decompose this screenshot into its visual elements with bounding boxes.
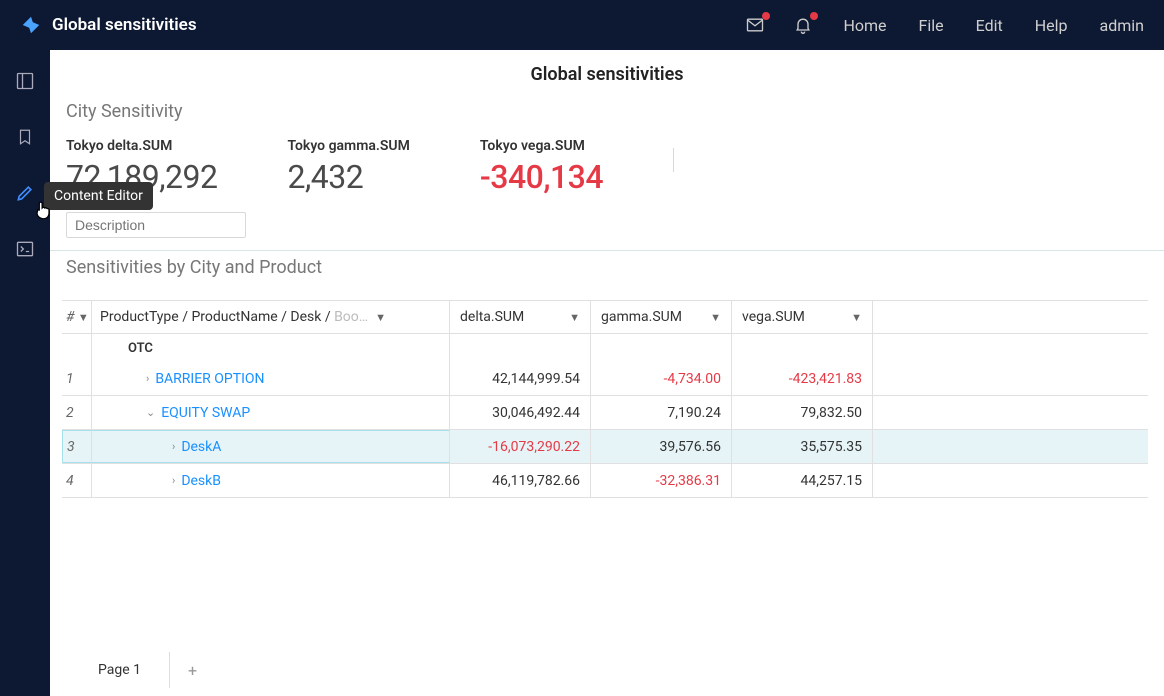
chevron-down-icon: ▼: [710, 311, 721, 324]
col-header-hierarchy[interactable]: ProductType / ProductName / Desk / Boo… …: [92, 301, 450, 333]
table-body: OTC 1 › BARRIER OPTION 42,144,999.54-4,734.…: [62, 334, 1148, 498]
chevron-right-icon[interactable]: ›: [172, 474, 175, 487]
nav-edit[interactable]: Edit: [976, 16, 1003, 35]
page-tabs: Page 1 +: [70, 652, 197, 688]
row-otc-group[interactable]: OTC: [62, 334, 1148, 362]
sidebar-console-icon[interactable]: [14, 238, 36, 260]
cell-value: 39,576.56: [591, 430, 732, 463]
main-content: Global sensitivities City Sensitivity To…: [50, 50, 1164, 696]
chevron-down-icon: ▼: [851, 311, 862, 324]
row-index: 1: [62, 362, 92, 395]
cell-value: 44,257.15: [732, 464, 873, 497]
sidebar-panels-icon[interactable]: [14, 70, 36, 92]
col-header-gamma[interactable]: gamma.SUM▼: [591, 301, 732, 333]
page-title: Global sensitivities: [50, 50, 1164, 95]
app-logo-icon: [20, 14, 42, 36]
header-notification-icons: [745, 15, 813, 35]
kpi-label: Tokyo delta.SUM: [66, 138, 217, 158]
kpi-tokyo-gamma: Tokyo gamma.SUM 2,432: [287, 138, 409, 196]
logo-area: Global sensitivities: [20, 14, 197, 36]
cursor-hand-icon: [32, 198, 54, 222]
add-page-tab[interactable]: +: [188, 661, 197, 680]
cell-value: 30,046,492.44: [450, 396, 591, 429]
kpi-label: Tokyo vega.SUM: [480, 138, 603, 158]
row-hierarchy-cell[interactable]: › BARRIER OPTION: [92, 362, 450, 395]
chevron-down-icon: ▼: [78, 311, 89, 324]
cell-value: 35,575.35: [732, 430, 873, 463]
kpi-separator: [673, 148, 674, 172]
kpi-value: -340,134: [480, 158, 603, 196]
header-nav: Home File Edit Help admin: [843, 16, 1144, 35]
kpi-row: Tokyo delta.SUM 72,189,292 Tokyo gamma.S…: [66, 134, 1148, 202]
chevron-right-icon[interactable]: ›: [172, 440, 175, 453]
otc-label: OTC: [100, 341, 153, 356]
cell-value: -16,073,290.22: [450, 430, 591, 463]
nav-file[interactable]: File: [919, 16, 944, 35]
nav-admin[interactable]: admin: [1100, 16, 1144, 35]
kpi-label: Tokyo gamma.SUM: [287, 138, 409, 158]
sidebar: Content Editor: [0, 50, 50, 696]
row-label[interactable]: DeskB: [181, 473, 221, 489]
section-sensitivities-title: Sensitivities by City and Product: [66, 251, 1148, 290]
sidebar-content-editor-icon[interactable]: Content Editor: [14, 182, 36, 204]
sidebar-tooltip: Content Editor: [44, 182, 153, 210]
col-header-delta[interactable]: delta.SUM▼: [450, 301, 591, 333]
table-row[interactable]: 4 › DeskB 46,119,782.66-32,386.3144,257.15: [62, 464, 1148, 498]
row-hierarchy-cell[interactable]: › DeskA: [92, 430, 450, 463]
sensitivities-table: # ▼ ProductType / ProductName / Desk / B…: [50, 300, 1164, 498]
row-hierarchy-cell[interactable]: › DeskB: [92, 464, 450, 497]
row-label[interactable]: BARRIER OPTION: [155, 371, 264, 387]
row-index: 4: [62, 464, 92, 497]
table-row[interactable]: 3 › DeskA -16,073,290.2239,576.5635,575.35: [62, 430, 1148, 464]
table-header-row: # ▼ ProductType / ProductName / Desk / B…: [62, 300, 1148, 334]
row-label[interactable]: EQUITY SWAP: [161, 405, 250, 421]
col-header-vega[interactable]: vega.SUM▼: [732, 301, 873, 333]
row-label[interactable]: DeskA: [181, 439, 221, 455]
page-tab-1[interactable]: Page 1: [70, 652, 170, 688]
cell-value: 46,119,782.66: [450, 464, 591, 497]
chevron-down-icon: ▼: [375, 311, 386, 324]
cell-value: 7,190.24: [591, 396, 732, 429]
kpi-tokyo-vega: Tokyo vega.SUM -340,134: [480, 138, 603, 196]
table-row[interactable]: 1 › BARRIER OPTION 42,144,999.54-4,734.00-4…: [62, 362, 1148, 396]
bell-icon[interactable]: [793, 15, 813, 35]
nav-home[interactable]: Home: [843, 16, 886, 35]
row-index: 3: [62, 430, 92, 463]
table-row[interactable]: 2 ⌄ EQUITY SWAP 30,046,492.447,190.2479,832…: [62, 396, 1148, 430]
cell-value: 79,832.50: [732, 396, 873, 429]
mail-badge: [762, 12, 770, 20]
chevron-right-icon[interactable]: ›: [146, 372, 149, 385]
section-city-sensitivity-title: City Sensitivity: [66, 95, 1148, 134]
chevron-down-icon: ▼: [569, 311, 580, 324]
sidebar-bookmark-icon[interactable]: [14, 126, 36, 148]
app-header: Global sensitivities Home File Edit Help…: [0, 0, 1164, 50]
nav-help[interactable]: Help: [1035, 16, 1068, 35]
cell-value: -423,421.83: [732, 362, 873, 395]
description-input[interactable]: [66, 212, 246, 238]
kpi-value: 2,432: [287, 158, 409, 196]
chevron-down-icon[interactable]: ⌄: [146, 406, 155, 419]
row-index: 2: [62, 396, 92, 429]
mail-icon[interactable]: [745, 15, 765, 35]
app-title: Global sensitivities: [52, 15, 197, 35]
bell-badge: [810, 12, 818, 20]
cell-value: -32,386.31: [591, 464, 732, 497]
cell-value: -4,734.00: [591, 362, 732, 395]
col-header-index[interactable]: # ▼: [62, 301, 92, 333]
row-hierarchy-cell[interactable]: ⌄ EQUITY SWAP: [92, 396, 450, 429]
cell-value: 42,144,999.54: [450, 362, 591, 395]
